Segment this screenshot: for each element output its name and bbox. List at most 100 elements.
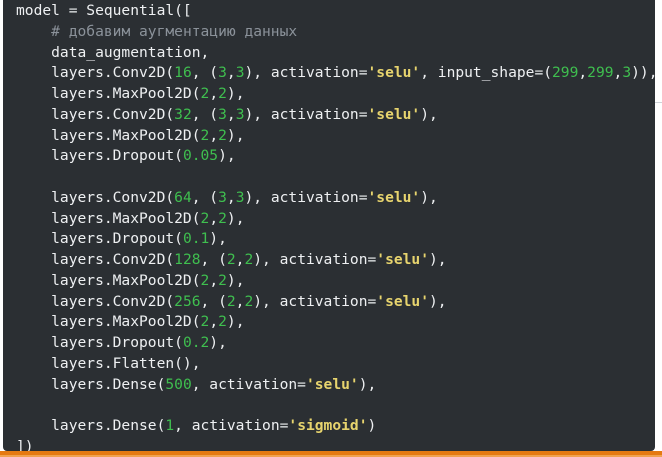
code-token: layers.MaxPool2D( xyxy=(16,126,201,144)
code-token: ), activation= xyxy=(253,292,377,310)
code-number: 299 xyxy=(552,64,579,82)
code-number: 3 xyxy=(218,64,227,82)
code-number: 64 xyxy=(174,188,192,206)
code-number: 500 xyxy=(165,375,192,393)
code-block[interactable]: model = Sequential([ # добавим аугментац… xyxy=(3,0,655,451)
code-token: layers.MaxPool2D( xyxy=(16,209,201,227)
code-token: , activation= xyxy=(191,375,306,393)
code-token: layers.Conv2D( xyxy=(16,251,175,268)
code-token: layers.Flatten(), xyxy=(16,354,201,372)
code-string: 'sigmoid' xyxy=(288,417,368,434)
code-number: 2 xyxy=(218,85,227,102)
code-token: ), xyxy=(226,271,245,289)
code-number: 2 xyxy=(200,85,210,102)
code-line: layers.Dense(1, activation='sigmoid') xyxy=(16,416,655,437)
code-number: 2 xyxy=(200,209,210,227)
code-token: , xyxy=(226,105,236,123)
code-number: 2 xyxy=(218,313,227,331)
code-line: # добавим аугментацию данных xyxy=(16,22,655,43)
code-token: , xyxy=(209,271,219,289)
code-string: 'selu' xyxy=(376,251,429,268)
code-token: layers.Conv2D( xyxy=(16,292,175,310)
code-number: 32 xyxy=(174,105,192,123)
code-number: 0.2 xyxy=(182,334,210,351)
code-token: layers.Dropout( xyxy=(16,334,183,351)
code-token: , input_shape=( xyxy=(420,64,553,82)
code-token: ), xyxy=(218,147,236,165)
code-token: , xyxy=(613,64,623,82)
code-token: layers.Dropout( xyxy=(16,147,183,165)
code-number: 2 xyxy=(226,292,236,310)
code-number: 2 xyxy=(218,209,227,227)
code-line: layers.MaxPool2D(2,2), xyxy=(16,84,655,105)
code-line: layers.Conv2D(32, (3,3), activation='sel… xyxy=(16,105,655,126)
code-line: layers.Dropout(0.2), xyxy=(16,333,655,354)
code-line: layers.Dense(500, activation='selu'), xyxy=(16,375,655,396)
code-token: , activation= xyxy=(174,417,289,434)
code-token: ), xyxy=(420,105,438,123)
code-line: layers.MaxPool2D(2,2), xyxy=(16,209,655,230)
code-line: layers.MaxPool2D(2,2), xyxy=(16,271,655,292)
code-number: 0.1 xyxy=(182,230,210,248)
code-line: model = Sequential([ xyxy=(16,1,655,22)
code-token: model = Sequential([ xyxy=(16,2,192,19)
code-token: ]) xyxy=(16,437,34,451)
code-token: layers.Dropout( xyxy=(16,230,183,248)
code-token: ), xyxy=(209,230,227,248)
code-token: ), xyxy=(226,85,245,102)
code-token: ), activation= xyxy=(244,64,368,82)
code-token: ), xyxy=(429,251,447,268)
code-token: layers.Dense( xyxy=(16,417,166,434)
code-token: , ( xyxy=(191,105,219,123)
code-token: ), xyxy=(226,209,245,227)
code-token: ), xyxy=(209,334,227,351)
code-token: , ( xyxy=(200,251,227,268)
code-number: 3 xyxy=(218,188,227,206)
code-token: , ( xyxy=(191,64,219,82)
code-token: , xyxy=(209,313,219,331)
code-line: layers.MaxPool2D(2,2), xyxy=(16,126,655,147)
code-token: )), xyxy=(631,64,655,82)
code-number: 2 xyxy=(200,313,210,331)
code-token: layers.MaxPool2D( xyxy=(16,313,201,331)
code-token: ), xyxy=(420,188,438,206)
code-token: , ( xyxy=(191,188,219,206)
code-number: 3 xyxy=(622,64,632,82)
code-number: 2 xyxy=(218,271,227,289)
code-number: 2 xyxy=(200,126,210,144)
code-string: 'selu' xyxy=(367,64,421,82)
code-string: 'selu' xyxy=(367,188,421,206)
code-line: layers.Dropout(0.1), xyxy=(16,229,655,250)
code-number: 3 xyxy=(218,105,227,123)
code-number: 2 xyxy=(218,126,227,144)
code-line: data_augmentation, xyxy=(16,43,655,64)
code-token: , ( xyxy=(200,292,227,310)
code-number: 2 xyxy=(244,292,254,310)
code-number: 16 xyxy=(174,64,192,82)
code-token: , xyxy=(578,64,588,82)
code-token: , xyxy=(226,64,236,82)
code-token: ), xyxy=(226,313,245,331)
code-token: layers.Conv2D( xyxy=(16,64,175,82)
code-line: layers.Conv2D(128, (2,2), activation='se… xyxy=(16,250,655,271)
code-token: layers.MaxPool2D( xyxy=(16,85,201,102)
code-number: 0.05 xyxy=(182,147,219,165)
code-text[interactable]: model = Sequential([ # добавим аугментац… xyxy=(16,1,655,451)
code-token: layers.Dense( xyxy=(16,375,166,393)
code-token: data_augmentation, xyxy=(16,43,210,61)
code-token: ), xyxy=(226,126,245,144)
code-number: 2 xyxy=(244,251,254,268)
code-token: layers.Conv2D( xyxy=(16,188,175,206)
code-token: , xyxy=(209,209,219,227)
code-token: ), activation= xyxy=(244,105,368,123)
code-string: 'selu' xyxy=(367,105,421,123)
code-token: ), activation= xyxy=(244,188,368,206)
code-token: , xyxy=(209,126,219,144)
code-line: layers.Conv2D(16, (3,3), activation='sel… xyxy=(16,63,655,84)
code-number: 128 xyxy=(174,251,201,268)
code-token: ), xyxy=(358,375,377,393)
code-line: ]) xyxy=(16,437,655,451)
